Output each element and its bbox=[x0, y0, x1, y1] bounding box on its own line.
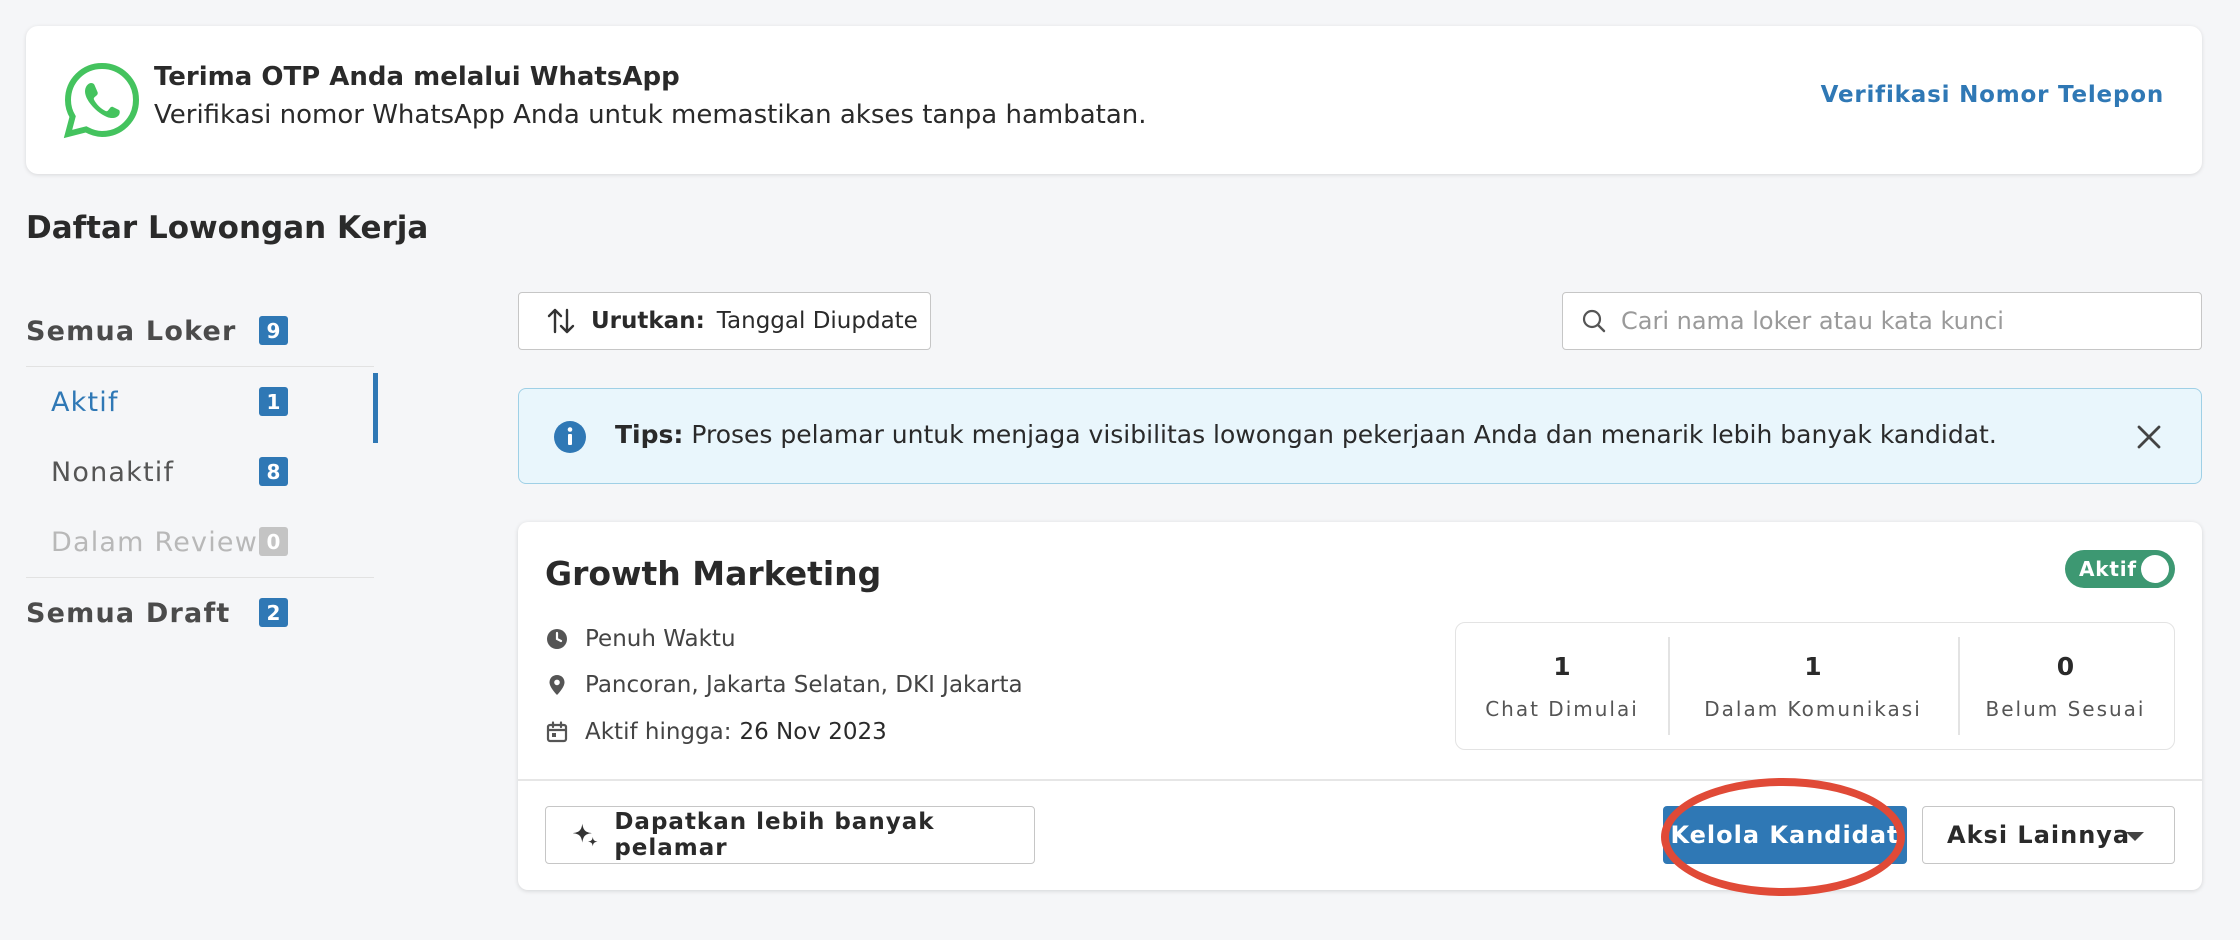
status-toggle-label: Aktif bbox=[2079, 557, 2137, 581]
active-until-label: Aktif hingga: bbox=[585, 719, 732, 745]
info-icon bbox=[554, 421, 586, 453]
sidebar-item-all-jobs[interactable]: Semua Loker 9 bbox=[26, 296, 378, 366]
tips-label: Tips: bbox=[615, 420, 684, 449]
job-filter-sidebar: Semua Loker 9 Aktif 1 Nonaktif 8 Dalam R… bbox=[26, 296, 378, 648]
job-location: Pancoran, Jakarta Selatan, DKI Jakarta bbox=[545, 672, 1023, 698]
active-until-date: 26 Nov 2023 bbox=[739, 719, 887, 745]
sidebar-item-label: Nonaktif bbox=[51, 456, 175, 488]
manage-candidates-button[interactable]: Kelola Kandidat bbox=[1663, 806, 1907, 864]
stat-value: 1 bbox=[1804, 651, 1822, 681]
sidebar-item-label: Semua Loker bbox=[26, 315, 237, 347]
sparkle-icon bbox=[572, 823, 598, 847]
count-badge: 8 bbox=[259, 457, 288, 486]
sort-arrows-icon bbox=[547, 308, 575, 334]
stat-label: Dalam Komunikasi bbox=[1704, 696, 1922, 721]
close-icon[interactable] bbox=[2135, 423, 2163, 451]
status-toggle[interactable]: Aktif bbox=[2065, 550, 2175, 588]
get-more-applicants-button[interactable]: Dapatkan lebih banyak pelamar bbox=[545, 806, 1035, 864]
job-active-until: Aktif hingga: 26 Nov 2023 bbox=[545, 719, 887, 745]
tips-message: Proses pelamar untuk menjaga visibilitas… bbox=[683, 420, 1997, 449]
verify-phone-link[interactable]: Verifikasi Nomor Telepon bbox=[1821, 82, 2164, 108]
sidebar-item-all-drafts[interactable]: Semua Draft 2 bbox=[26, 578, 378, 648]
sort-button[interactable]: Urutkan: Tanggal Diupdate bbox=[518, 292, 931, 350]
count-badge: 2 bbox=[259, 598, 288, 627]
stat-label: Chat Dimulai bbox=[1485, 696, 1639, 721]
job-card: Growth Marketing Aktif Penuh Waktu Panco… bbox=[518, 522, 2202, 896]
job-location-text: Pancoran, Jakarta Selatan, DKI Jakarta bbox=[585, 672, 1023, 698]
job-type-text: Penuh Waktu bbox=[585, 626, 736, 652]
sidebar-item-label: Dalam Review bbox=[51, 526, 258, 558]
whatsapp-banner-title: Terima OTP Anda melalui WhatsApp bbox=[154, 62, 680, 92]
count-badge: 1 bbox=[259, 387, 288, 416]
tips-banner: Tips: Proses pelamar untuk menjaga visib… bbox=[518, 388, 2202, 484]
get-more-applicants-label: Dapatkan lebih banyak pelamar bbox=[614, 809, 935, 861]
sidebar-item-in-review: Dalam Review 0 bbox=[26, 507, 378, 577]
page-title: Daftar Lowongan Kerja bbox=[26, 210, 429, 246]
active-indicator bbox=[373, 373, 378, 443]
search-box[interactable] bbox=[1562, 292, 2202, 350]
job-type: Penuh Waktu bbox=[545, 626, 736, 652]
sort-label: Urutkan: bbox=[591, 308, 705, 334]
search-icon bbox=[1582, 309, 1606, 333]
count-badge: 0 bbox=[259, 527, 288, 556]
search-input[interactable] bbox=[1621, 307, 2181, 335]
location-pin-icon bbox=[549, 675, 565, 695]
stat-not-suitable[interactable]: 0 Belum Sesuai bbox=[1958, 623, 2173, 749]
job-title[interactable]: Growth Marketing bbox=[545, 554, 881, 593]
sidebar-item-label: Semua Draft bbox=[26, 597, 231, 629]
more-actions-dropdown[interactable]: Aksi Lainnya bbox=[1922, 806, 2175, 864]
clock-icon bbox=[547, 629, 567, 649]
stat-in-communication[interactable]: 1 Dalam Komunikasi bbox=[1668, 623, 1958, 749]
tips-text: Tips: Proses pelamar untuk menjaga visib… bbox=[615, 420, 1997, 449]
calendar-icon bbox=[546, 721, 568, 743]
stat-chat-started[interactable]: 1 Chat Dimulai bbox=[1456, 623, 1668, 749]
toggle-knob bbox=[2141, 555, 2169, 583]
job-status-group: Aktif 1 Nonaktif 8 Dalam Review 0 bbox=[26, 367, 378, 577]
whatsapp-icon bbox=[63, 62, 140, 139]
sidebar-item-inactive[interactable]: Nonaktif 8 bbox=[26, 437, 378, 507]
more-actions-label: Aksi Lainnya bbox=[1947, 821, 2131, 849]
chevron-down-icon bbox=[2126, 832, 2144, 841]
sidebar-item-active[interactable]: Aktif 1 bbox=[26, 367, 378, 443]
stat-value: 1 bbox=[1553, 651, 1571, 681]
stat-label: Belum Sesuai bbox=[1985, 696, 2146, 721]
stat-value: 0 bbox=[2056, 651, 2075, 681]
divider bbox=[518, 779, 2202, 781]
count-badge: 9 bbox=[259, 316, 288, 345]
candidate-stats: 1 Chat Dimulai 1 Dalam Komunikasi 0 Belu… bbox=[1455, 622, 2175, 750]
whatsapp-otp-banner: Terima OTP Anda melalui WhatsApp Verifik… bbox=[26, 26, 2202, 174]
whatsapp-banner-description: Verifikasi nomor WhatsApp Anda untuk mem… bbox=[154, 100, 1147, 130]
sidebar-item-label: Aktif bbox=[51, 386, 119, 418]
sort-value: Tanggal Diupdate bbox=[716, 308, 918, 334]
